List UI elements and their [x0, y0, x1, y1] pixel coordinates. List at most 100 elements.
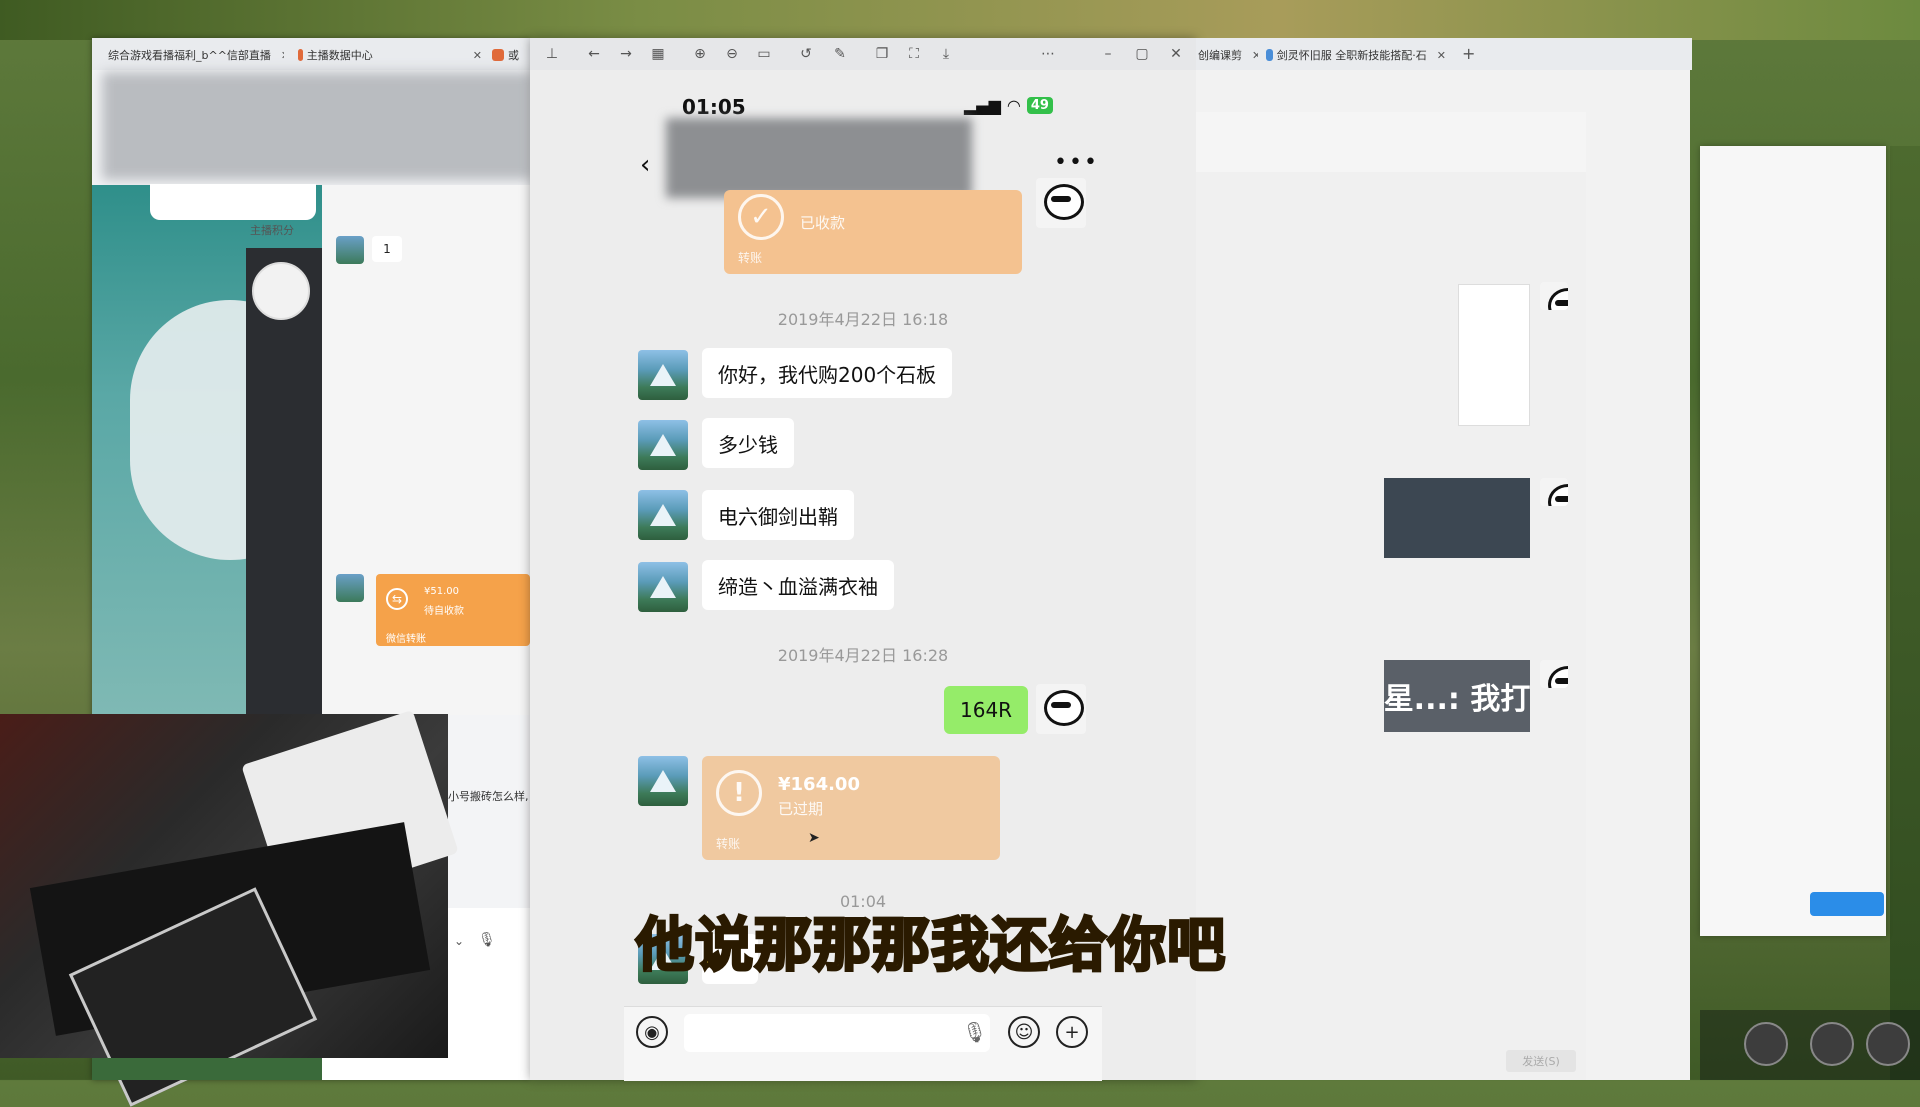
desktop-background-bottom: [92, 1058, 322, 1080]
video-caption: 他说那那那我还给你吧: [634, 910, 1227, 981]
zoom-in-icon[interactable]: ⊕: [692, 46, 708, 62]
transfer-footer: 转账: [716, 837, 741, 851]
close-icon[interactable]: ✕: [1252, 49, 1258, 62]
send-button[interactable]: [1810, 892, 1884, 916]
chat-message[interactable]: 多少钱: [702, 418, 794, 468]
forward-icon[interactable]: →: [618, 46, 634, 62]
multi-window-icon[interactable]: ❐: [874, 46, 890, 62]
dock-app-icon[interactable]: [1810, 1022, 1854, 1066]
chat-message[interactable]: 电六御剑出鞘: [702, 490, 854, 540]
status-icons: ▂▄▆ ◠ 49: [964, 96, 1053, 115]
new-tab-icon[interactable]: +: [1462, 44, 1475, 63]
avatar[interactable]: [1540, 660, 1568, 688]
wifi-icon: ◠: [1006, 96, 1021, 115]
microphone-icon[interactable]: 🎙: [478, 932, 496, 948]
dock-app-icon[interactable]: [1744, 1022, 1788, 1066]
transfer-card-expired[interactable]: ! ¥164.00 已过期 转账: [702, 756, 1000, 860]
floating-chat-window: [1700, 146, 1886, 936]
thumbnail-text: 星...: 我打: [1383, 682, 1531, 717]
chat-message[interactable]: 缔造丶血溢满衣袖: [702, 560, 894, 610]
transfer-icon: ⇆: [386, 588, 408, 610]
mouse-cursor-icon: ➤: [808, 830, 820, 846]
avatar[interactable]: [638, 490, 688, 540]
desktop-background-right: [1890, 146, 1920, 1080]
avatar[interactable]: [1540, 478, 1568, 506]
browser-tab-4[interactable]: 创编课剪 ✕: [1198, 44, 1258, 66]
avatar[interactable]: [252, 262, 310, 320]
more-icon[interactable]: ⋯: [1040, 46, 1056, 62]
tab-label: 综合游戏看播福利_b^^信部直播: [108, 49, 271, 62]
desktop-background-top: [0, 0, 1920, 40]
avatar[interactable]: [638, 420, 688, 470]
timestamp: 2019年4月22日 16:28: [777, 646, 949, 665]
avatar[interactable]: [638, 562, 688, 612]
browser-tab-5[interactable]: 剑灵怀旧服 全职新技能搭配·石 ✕: [1266, 44, 1446, 66]
voice-toggle-icon[interactable]: ◉: [636, 1016, 668, 1048]
avatar[interactable]: [638, 756, 688, 806]
transfer-footer: 微信转账: [386, 634, 426, 645]
battery-icon: 49: [1026, 97, 1053, 114]
minimize-icon[interactable]: –: [1100, 46, 1116, 62]
avatar[interactable]: [1540, 282, 1568, 310]
transfer-status: 已收款: [800, 214, 846, 232]
emoji-icon[interactable]: ☺: [1008, 1016, 1040, 1048]
exclamation-icon: !: [716, 770, 762, 816]
close-icon[interactable]: ✕: [1437, 49, 1446, 62]
tab-favicon-icon: [1266, 49, 1273, 61]
status-time: 01:05: [682, 95, 746, 119]
edit-icon[interactable]: ✎: [832, 46, 848, 62]
fit-icon[interactable]: ▭: [756, 46, 772, 62]
tab-label: 剑灵怀旧服 全职新技能搭配·石: [1276, 49, 1427, 62]
tab-label: 或: [508, 49, 519, 62]
transfer-status: 待自收款: [424, 606, 464, 617]
plus-icon[interactable]: +: [1056, 1016, 1088, 1048]
message-input[interactable]: [684, 1014, 990, 1052]
checkmark-icon: ✓: [738, 194, 784, 240]
image-thumbnail[interactable]: [1458, 284, 1530, 426]
transfer-card-received[interactable]: ✓ 已收款 转账: [724, 190, 1022, 274]
close-icon[interactable]: ✕: [1168, 46, 1184, 62]
avatar[interactable]: [638, 350, 688, 400]
grid-icon[interactable]: ▦: [650, 46, 666, 62]
chevron-down-icon[interactable]: ⌄: [454, 934, 464, 948]
maximize-icon[interactable]: ▢: [1134, 46, 1150, 62]
blurred-address-bar: [102, 72, 532, 180]
zoom-out-icon[interactable]: ⊖: [724, 46, 740, 62]
browser-tab-3[interactable]: 或: [492, 44, 532, 66]
rotate-icon[interactable]: ↺: [798, 46, 814, 62]
microphone-icon[interactable]: 🎙: [962, 1020, 987, 1044]
transfer-card[interactable]: ⇆ ¥51.00 待自收款 微信转账: [376, 574, 530, 646]
transfer-amount: ¥164.00: [778, 774, 860, 795]
close-icon[interactable]: ✕: [473, 49, 482, 62]
send-button[interactable]: 发送(S): [1506, 1050, 1576, 1072]
avatar[interactable]: [336, 236, 364, 264]
transfer-status: 已过期: [778, 800, 824, 818]
back-icon[interactable]: ←: [586, 46, 602, 62]
webcam-overlay: [0, 709, 459, 1107]
chat-snippet: 小号搬砖怎么样,: [448, 790, 529, 803]
pin-icon[interactable]: ⊥: [544, 46, 560, 62]
avatar[interactable]: [336, 574, 364, 602]
more-icon[interactable]: •••: [1054, 150, 1099, 175]
chat-message-sent[interactable]: 164R: [944, 686, 1029, 734]
signal-icon: ▂▄▆: [964, 96, 1001, 115]
tab-favicon-icon: [298, 49, 303, 61]
close-icon[interactable]: ✕: [281, 49, 284, 62]
image-thumbnail[interactable]: [1384, 478, 1530, 558]
tab-label: 创编课剪: [1198, 49, 1242, 62]
dock-app-icon[interactable]: [1866, 1022, 1910, 1066]
right-chat-header: [1196, 112, 1586, 172]
back-icon[interactable]: ‹: [640, 150, 650, 180]
tab-label: 主播数据中心: [306, 49, 373, 62]
chat-message[interactable]: 你好，我代购200个石板: [702, 348, 953, 398]
avatar[interactable]: [1036, 684, 1086, 734]
avatar[interactable]: [1036, 178, 1086, 228]
download-icon[interactable]: ⤓: [938, 46, 954, 62]
blurred-contact-name: [666, 118, 972, 198]
screenshot-icon[interactable]: ⛶: [906, 46, 922, 62]
score-label: 主播积分: [250, 224, 294, 237]
image-thumbnail[interactable]: 星...: 我打: [1384, 660, 1530, 732]
browser-tab-1[interactable]: 综合游戏看播福利_b^^信部直播 ✕: [104, 44, 284, 66]
browser-tab-2[interactable]: 主播数据中心 ✕: [298, 44, 482, 66]
timestamp: 2019年4月22日 16:18: [777, 310, 949, 329]
